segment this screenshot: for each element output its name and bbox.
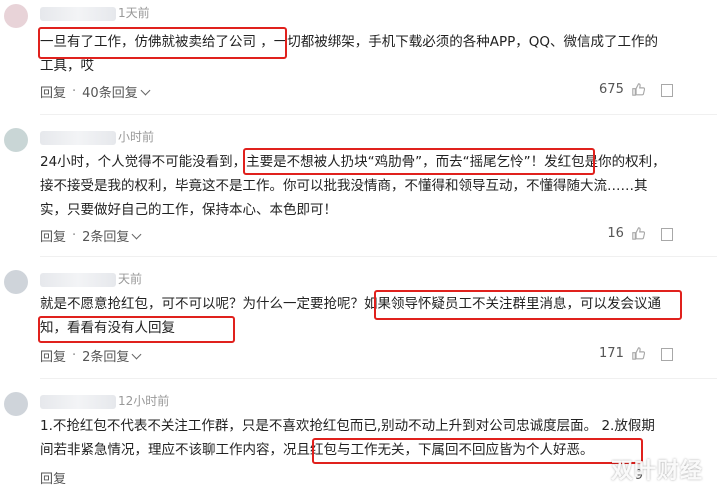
reply-button[interactable]: 回复 [40, 82, 66, 101]
comment-time: 小时前 [118, 130, 155, 144]
avatar[interactable] [4, 392, 28, 416]
like-button[interactable]: 16 [607, 226, 645, 246]
avatar[interactable] [4, 270, 28, 294]
like-button[interactable]: 171 [599, 346, 645, 366]
like-count: 16 [607, 226, 624, 241]
comment-time: 1天前 [118, 6, 150, 20]
report-icon [661, 228, 673, 241]
username-blurred[interactable] [40, 394, 116, 409]
thumbs-up-icon [632, 347, 645, 360]
view-replies-button[interactable]: 2条回复 [82, 346, 129, 365]
username-blurred[interactable] [40, 272, 116, 287]
thumbs-up-icon [632, 227, 645, 240]
chevron-down-icon [131, 349, 142, 359]
comment-meta: 小时前 [40, 128, 154, 148]
comment-actions: 回复 · 40条回复 [40, 82, 151, 102]
thumbs-up-icon [632, 83, 645, 96]
watermark-logo: 双叶财经 [610, 459, 703, 484]
comment-meta: 12小时前 [40, 392, 169, 412]
comment-meta: 天前 [40, 270, 142, 290]
like-button[interactable]: 675 [599, 82, 645, 102]
divider [40, 378, 717, 379]
comment-actions: 回复 · 2条回复 [40, 226, 142, 246]
comment-actions: 回复 [40, 468, 66, 488]
report-icon [661, 348, 673, 361]
username-blurred[interactable] [40, 130, 116, 145]
like-count: 171 [599, 346, 624, 361]
like-count: 675 [599, 82, 624, 97]
chevron-down-icon [140, 85, 151, 95]
comment-text: 1.不抢红包不代表不关注工作群，只是不喜欢抢红包而已,别动不动上升到对公司忠诚度… [40, 418, 655, 458]
divider [40, 114, 717, 115]
reply-button[interactable]: 回复 [40, 468, 66, 487]
view-replies-button[interactable]: 2条回复 [82, 226, 129, 245]
divider [40, 256, 717, 257]
comment-meta: 1天前 [40, 4, 150, 24]
avatar[interactable] [4, 128, 28, 152]
comment-text: 就是不愿意抢红包，可不可以呢？为什么一定要抢呢？如果领导怀疑员工不关注群里消息，… [40, 296, 661, 336]
comment-feed: 1天前 一旦有了工作，仿佛就被卖给了公司 ，一切都被绑架，手机下载必须的各种AP… [0, 0, 717, 493]
comment-text: 24小时，个人觉得不可能没看到，主要是不想被人扔块“鸡肋骨”，而去“摇尾乞怜”！… [40, 154, 666, 218]
comment-actions: 回复 · 2条回复 [40, 346, 142, 366]
report-icon [661, 84, 673, 97]
comment-time: 12小时前 [118, 394, 170, 408]
comment-text: 一旦有了工作，仿佛就被卖给了公司 ，一切都被绑架，手机下载必须的各种APP，QQ… [40, 34, 659, 74]
view-replies-button[interactable]: 40条回复 [82, 82, 138, 101]
comment-time: 天前 [118, 272, 143, 286]
chevron-down-icon [131, 229, 142, 239]
avatar[interactable] [4, 4, 28, 28]
username-blurred[interactable] [40, 6, 116, 21]
reply-button[interactable]: 回复 [40, 226, 66, 245]
reply-button[interactable]: 回复 [40, 346, 66, 365]
